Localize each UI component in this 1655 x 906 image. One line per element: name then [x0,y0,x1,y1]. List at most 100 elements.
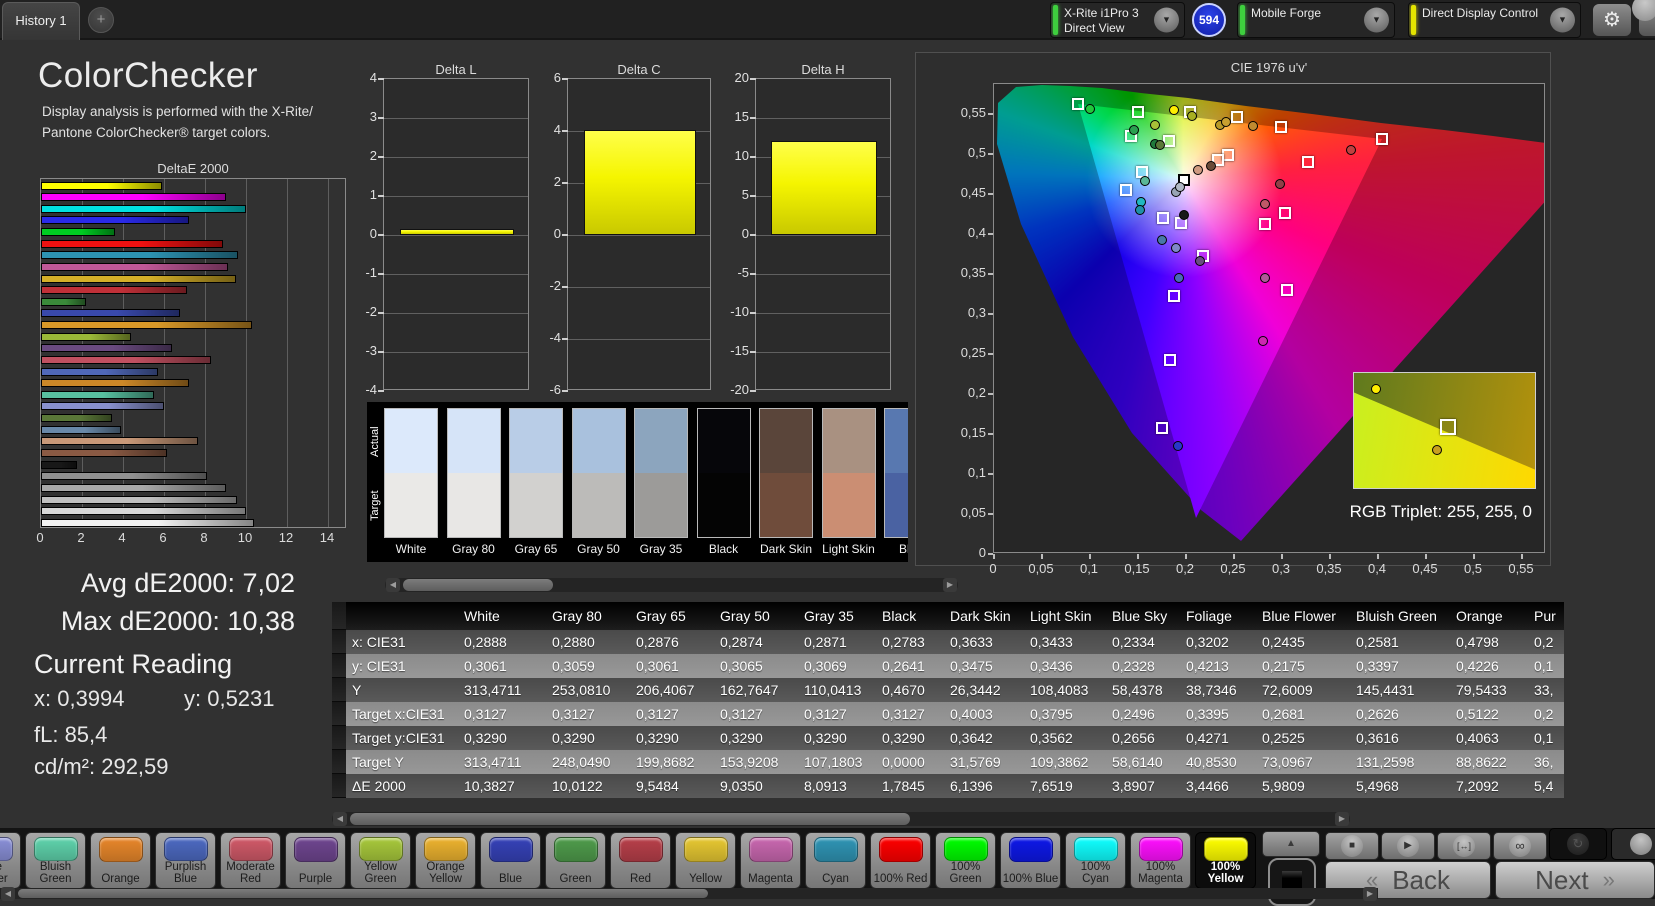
table-scrollbar-thumb[interactable] [350,813,910,825]
pattern-color-chip [553,837,598,862]
cie-target-marker [1167,289,1180,302]
cie-y-tick-label: 0,3 [967,305,986,320]
pattern-button-orange[interactable]: Orange [90,832,151,889]
display-control-dropdown[interactable]: Direct Display Control ▼ [1408,2,1581,38]
y-tick-label: -4 [549,330,561,345]
inset-target-marker [1440,419,1457,436]
deltae-bar-100-magenta [41,193,226,202]
pattern-button-magenta[interactable]: Magenta [740,832,801,889]
pattern-color-chip [33,837,78,861]
x-tick-label: 14 [319,530,335,545]
cie-y-tick-label: 0,1 [967,465,986,480]
gridline [568,339,710,340]
table-value: 0,3290 [804,730,847,746]
delta-l-title: Delta L [435,62,477,77]
table-value: 0,4213 [1186,658,1229,674]
tick-mark [1281,554,1283,559]
cie-y-tick-label: 0,2 [967,385,986,400]
deltae-bar-dark-skin [41,448,167,457]
scroll-left-icon[interactable]: ◀ [333,812,347,826]
cie-measured-marker [1179,209,1190,220]
scroll-right-icon[interactable]: ▶ [943,578,957,592]
pattern-button-purplish-blue[interactable]: Purplish Blue [155,832,216,889]
pattern-button-100-green[interactable]: 100% Green [935,832,996,889]
loop-button[interactable]: ∞ [1493,832,1547,860]
table-scrollbar[interactable]: ◀ ▶ [332,812,1350,826]
tick-mark [378,312,384,314]
partial-transport-button[interactable] [1611,828,1655,860]
table-value: 10,3827 [464,778,515,794]
pattern-button-yellow[interactable]: Yellow [675,832,736,889]
strip-scrollbar-thumb[interactable] [403,579,553,591]
pattern-button-purple[interactable]: Purple [285,832,346,889]
actual-color [510,409,562,473]
delta-l-chart [383,78,529,390]
meter-dropdown[interactable]: X-Rite i1Pro 3 Direct View ▼ [1050,2,1185,38]
tick-mark [988,233,993,235]
scroll-right-icon[interactable]: ▶ [1335,812,1349,826]
pattern-button-moderate-red[interactable]: Moderate Red [220,832,281,889]
cie-measured-marker [1205,161,1216,171]
table-value: 33, [1534,682,1554,698]
source-dropdown[interactable]: Mobile Forge ▼ [1237,2,1395,38]
pattern-button-green[interactable]: Green [545,832,606,889]
pattern-button-cyan[interactable]: Cyan [805,832,866,889]
partial-edge-button[interactable] [1632,0,1655,37]
tick-mark [750,195,756,197]
play-button[interactable]: ▶ [1381,832,1435,860]
table-row: y: CIE31 0,3061 0,3059 0,3061 0,3065 0,3069 0,… [332,654,1564,678]
pattern-button-blue[interactable]: Blue [480,832,541,889]
y-tick-label: 2 [369,148,377,163]
pattern-button-blue-flower[interactable]: Blue Flower [0,832,21,889]
meter-count-badge[interactable]: 594 [1192,3,1226,37]
table-value: 0,2880 [552,634,595,650]
pattern-button-100-yellow[interactable]: 100% Yellow [1195,832,1256,889]
x-tick-label: 10 [237,530,253,545]
display-control-status-indicator [1411,5,1416,35]
scroll-left-icon[interactable]: ◀ [386,578,400,592]
current-reading-y: y: 0,5231 [184,686,275,711]
strip-actual-label: Actual [369,426,381,458]
tab-history-1[interactable]: History 1 [2,2,80,40]
table-value: 313,4711 [464,754,522,770]
strip-patch-label: Light Skin [822,542,875,556]
gridline [756,313,890,314]
step-button[interactable]: [↔] [1437,832,1491,860]
pattern-color-chip [748,837,793,862]
add-tab-button[interactable]: + [88,7,114,33]
pattern-button-orange-yellow[interactable]: Orange Yellow [415,832,476,889]
pattern-bar-scrollbar-thumb[interactable] [18,889,708,898]
table-value: 0,2581 [1356,634,1399,650]
table-value: 0,3127 [636,706,679,722]
pattern-color-chip [98,837,143,862]
next-button[interactable]: Next » [1495,861,1655,899]
delta-c-bar [583,129,697,235]
pattern-button-100-blue[interactable]: 100% Blue [1000,832,1061,889]
pattern-button-100-cyan[interactable]: 100% Cyan [1065,832,1126,889]
gridline [384,235,528,236]
table-value: 0,2641 [882,658,925,674]
column-header: Gray 35 [804,608,854,624]
tick-mark [378,117,384,119]
settings-gear-button[interactable]: ⚙ [1592,3,1632,37]
knob-icon [1632,0,1655,21]
deltae-bar-green [41,297,87,306]
pattern-button-red[interactable]: Red [610,832,671,889]
column-header: Black [882,608,917,624]
table-value: 131,2598 [1356,754,1415,770]
pattern-button-yellow-green[interactable]: Yellow Green [350,832,411,889]
table-value: 0,2871 [804,634,847,650]
pattern-button-100-magenta[interactable]: 100% Magenta [1130,832,1191,889]
cie-x-tick-label: 0,3 [1271,561,1291,576]
table-value: 7,2092 [1456,778,1499,794]
strip-patch-label: Gray 65 [514,542,558,556]
pattern-button-bluish-green[interactable]: Bluish Green [25,832,86,889]
collapse-bar-button[interactable]: ▲ [1262,831,1320,857]
pattern-bar-scrollbar[interactable]: ◀ ▶ [0,887,1378,901]
refresh-button[interactable]: ↻ [1549,828,1607,860]
stop-button[interactable]: ■ [1325,832,1379,860]
y-tick-label: 4 [553,122,561,137]
pattern-button-100-red[interactable]: 100% Red [870,832,931,889]
strip-scrollbar[interactable]: ◀ ▶ [385,578,958,592]
tick-mark [750,390,756,392]
